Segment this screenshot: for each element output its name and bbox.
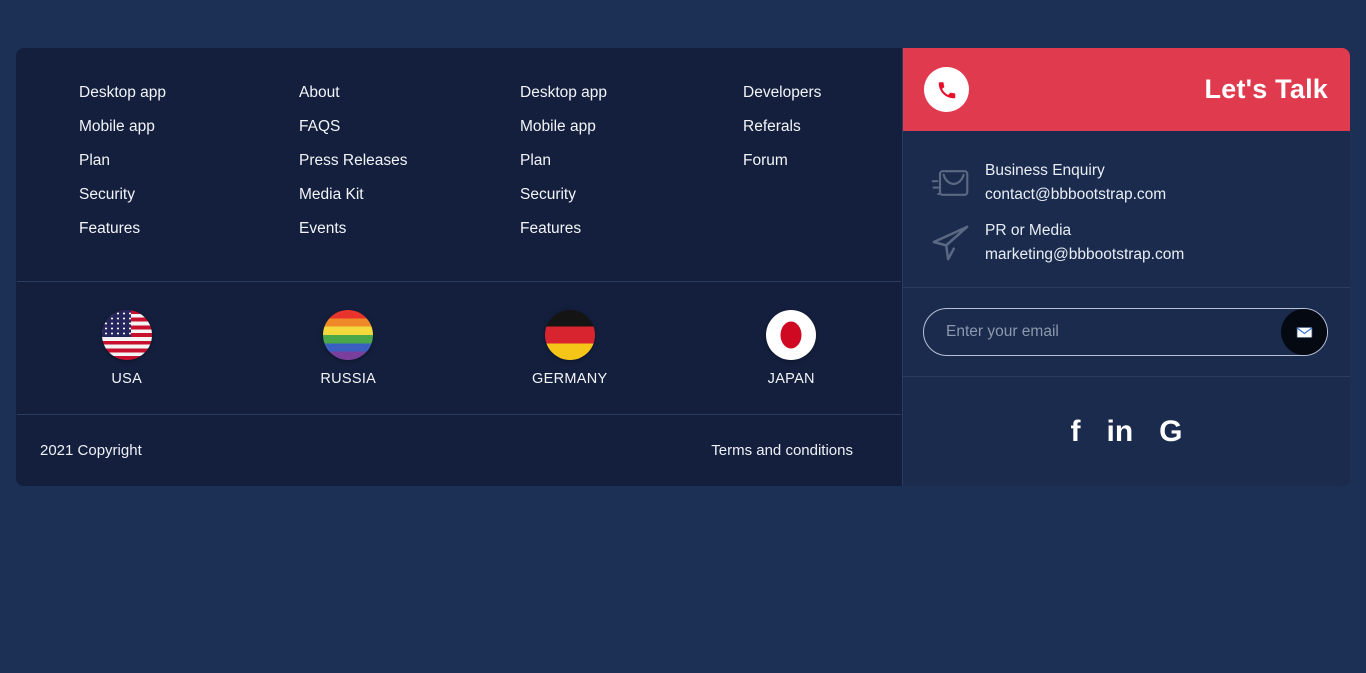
footer-link-press-releases[interactable]: Press Releases: [299, 144, 458, 178]
send-email-button[interactable]: [1281, 309, 1327, 355]
footer-link-plan[interactable]: Plan: [79, 144, 238, 178]
japan-flag-icon: [766, 310, 816, 360]
footer-link-features-2[interactable]: Features: [520, 212, 679, 246]
country-label-japan: JAPAN: [768, 371, 815, 387]
email-input[interactable]: [923, 308, 1328, 356]
footer-link-media-kit[interactable]: Media Kit: [299, 178, 458, 212]
country-item-usa[interactable]: USA: [16, 310, 238, 387]
footer-link-desktop-app-2[interactable]: Desktop app: [520, 76, 679, 110]
country-label-russia: RUSSIA: [320, 371, 376, 387]
footer-link-columns: Desktop app Mobile app Plan Security Fea…: [16, 48, 902, 281]
lets-talk-panel: Let's Talk Business Enquiry contact@bbbo…: [902, 48, 1350, 486]
footer-country-flags: USA RUSSIA GERMANY JAPAN: [16, 282, 902, 414]
country-item-germany[interactable]: GERMANY: [459, 310, 681, 387]
paper-plane-icon: [915, 224, 985, 262]
footer-column-products: Desktop app Mobile app Plan Security Fea…: [16, 76, 238, 281]
phone-icon[interactable]: [924, 67, 969, 112]
footer-left-section: Desktop app Mobile app Plan Security Fea…: [16, 48, 902, 486]
footer-link-faqs[interactable]: FAQS: [299, 110, 458, 144]
contact-pr-media[interactable]: PR or Media marketing@bbbootstrap.com: [903, 213, 1350, 273]
contact-pr-text: PR or Media marketing@bbbootstrap.com: [985, 219, 1184, 267]
footer-link-plan-2[interactable]: Plan: [520, 144, 679, 178]
footer-link-forum[interactable]: Forum: [743, 144, 902, 178]
footer-link-features[interactable]: Features: [79, 212, 238, 246]
country-item-japan[interactable]: JAPAN: [681, 310, 903, 387]
rainbow-flag-icon: [323, 310, 373, 360]
terms-and-conditions-link[interactable]: Terms and conditions: [711, 442, 853, 459]
lets-talk-title: Let's Talk: [1205, 74, 1328, 105]
germany-flag-icon: [545, 310, 595, 360]
country-label-usa: USA: [111, 371, 142, 387]
social-links: f in G: [903, 377, 1350, 486]
footer-column-company: About FAQS Press Releases Media Kit Even…: [238, 76, 458, 281]
lets-talk-header: Let's Talk: [903, 48, 1350, 131]
facebook-icon[interactable]: f: [1070, 417, 1080, 447]
footer-link-security[interactable]: Security: [79, 178, 238, 212]
footer-link-desktop-app[interactable]: Desktop app: [79, 76, 238, 110]
contact-pr-title: PR or Media: [985, 219, 1184, 243]
google-icon[interactable]: G: [1159, 417, 1182, 447]
subscribe-input-wrapper: [923, 308, 1328, 356]
footer-link-developers[interactable]: Developers: [743, 76, 902, 110]
footer-column-platform: Desktop app Mobile app Plan Security Fea…: [458, 76, 679, 281]
footer-bottom-bar: 2021 Copyright Terms and conditions: [16, 415, 902, 486]
newsletter-subscribe-block: [903, 288, 1350, 377]
contact-info-block: Business Enquiry contact@bbbootstrap.com…: [903, 131, 1350, 288]
footer-link-mobile-app[interactable]: Mobile app: [79, 110, 238, 144]
contact-business-title: Business Enquiry: [985, 159, 1166, 183]
envelope-icon: [915, 166, 985, 200]
contact-pr-email: marketing@bbbootstrap.com: [985, 243, 1184, 267]
linkedin-icon[interactable]: in: [1106, 417, 1133, 447]
envelope-send-icon: [1295, 323, 1314, 342]
country-label-germany: GERMANY: [532, 371, 607, 387]
country-item-russia[interactable]: RUSSIA: [238, 310, 460, 387]
contact-business-text: Business Enquiry contact@bbbootstrap.com: [985, 159, 1166, 207]
footer-link-security-2[interactable]: Security: [520, 178, 679, 212]
footer-link-about[interactable]: About: [299, 76, 458, 110]
footer-link-mobile-app-2[interactable]: Mobile app: [520, 110, 679, 144]
contact-business-enquiry[interactable]: Business Enquiry contact@bbbootstrap.com: [903, 153, 1350, 213]
footer-column-community: Developers Referals Forum: [679, 76, 902, 281]
usa-flag-icon: [102, 310, 152, 360]
footer-link-events[interactable]: Events: [299, 212, 458, 246]
footer-link-referals[interactable]: Referals: [743, 110, 902, 144]
contact-business-email: contact@bbbootstrap.com: [985, 183, 1166, 207]
copyright-text: 2021 Copyright: [40, 442, 142, 459]
footer-card: Desktop app Mobile app Plan Security Fea…: [16, 48, 1350, 486]
